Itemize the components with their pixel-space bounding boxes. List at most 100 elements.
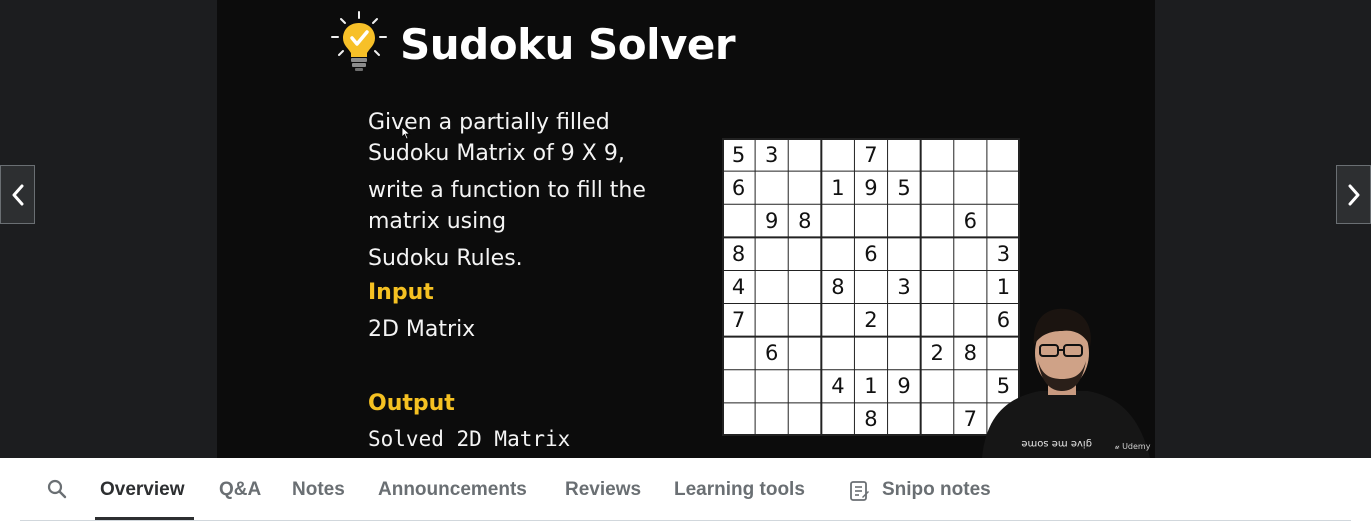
sudoku-cell: 5	[897, 175, 911, 200]
input-label: Input	[368, 280, 434, 305]
sudoku-cell	[888, 403, 921, 436]
sudoku-cell	[987, 204, 1020, 237]
input-value: 2D Matrix	[368, 317, 476, 342]
sudoku-cell	[755, 403, 788, 436]
sudoku-cell: 8	[831, 274, 845, 299]
sudoku-cell	[722, 204, 755, 237]
sudoku-cell	[755, 304, 788, 337]
sudoku-cell	[755, 270, 788, 303]
sudoku-cell: 8	[864, 407, 878, 432]
sudoku-cell: 3	[996, 241, 1011, 266]
tab-reviews[interactable]: Reviews	[565, 479, 641, 501]
sudoku-cell: 9	[864, 175, 878, 200]
sudoku-cell: 8	[731, 241, 746, 266]
sudoku-cell	[921, 403, 954, 436]
mouse-cursor-icon	[401, 126, 411, 140]
sudoku-cell	[921, 138, 954, 171]
sudoku-cell	[788, 370, 821, 403]
sudoku-cell	[821, 304, 854, 337]
sudoku-cell	[987, 138, 1020, 171]
sudoku-cell: 2	[864, 308, 878, 333]
sudoku-cell	[788, 304, 821, 337]
sudoku-cell	[854, 270, 887, 303]
output-value: Solved 2D Matrix	[368, 427, 571, 451]
sudoku-cell	[821, 237, 854, 270]
tab-snipo-notes[interactable]: Snipo notes	[882, 479, 991, 501]
description-line: Sudoku Matrix of 9 X 9,	[368, 141, 625, 166]
sudoku-cell	[921, 304, 954, 337]
tab-learning-tools[interactable]: Learning tools	[674, 479, 805, 501]
tab-notes[interactable]: Notes	[292, 479, 345, 501]
sudoku-cell	[788, 403, 821, 436]
sudoku-cell	[921, 171, 954, 204]
sudoku-cell	[722, 370, 755, 403]
sudoku-cell	[921, 237, 954, 270]
sudoku-cell	[788, 171, 821, 204]
sudoku-cell: 1	[864, 374, 878, 399]
sudoku-cell	[755, 370, 788, 403]
tab-overview[interactable]: Overview	[100, 479, 185, 501]
chevron-right-icon	[1348, 184, 1359, 205]
instructor-webcam: give me some	[982, 308, 1150, 458]
notes-icon	[850, 481, 869, 501]
sudoku-cell	[987, 171, 1020, 204]
sudoku-cell	[888, 204, 921, 237]
sudoku-cell	[921, 370, 954, 403]
sudoku-cell	[722, 403, 755, 436]
udemy-logo-icon: 𝓊	[1115, 442, 1120, 451]
description-line: matrix using	[368, 209, 507, 234]
sudoku-cell: 9	[897, 374, 911, 399]
sudoku-cell	[854, 204, 887, 237]
search-icon[interactable]	[46, 478, 68, 500]
lecture-slide: Sudoku Solver Given a partially filled S…	[217, 0, 1155, 458]
sudoku-cell: 8	[798, 208, 812, 233]
sudoku-cell	[854, 337, 887, 370]
description-line: write a function to fill the	[368, 178, 646, 203]
sudoku-cell	[788, 337, 821, 370]
sudoku-cell: 6	[963, 208, 977, 233]
chevron-left-icon	[12, 184, 23, 205]
sudoku-cell	[788, 237, 821, 270]
sudoku-cell	[888, 138, 921, 171]
sudoku-cell: 4	[831, 374, 845, 399]
sudoku-cell: 3	[897, 274, 911, 299]
slide-title: Sudoku Solver	[400, 20, 736, 69]
sudoku-cell: 6	[864, 241, 878, 266]
description-line: Sudoku Rules.	[368, 246, 523, 271]
sudoku-cell: 5	[731, 142, 746, 167]
sudoku-cell	[755, 237, 788, 270]
next-lecture-button[interactable]	[1336, 165, 1371, 224]
sudoku-cell: 3	[764, 142, 779, 167]
previous-lecture-button[interactable]	[0, 165, 35, 224]
sudoku-cell	[921, 270, 954, 303]
sudoku-cell	[921, 204, 954, 237]
sudoku-cell: 7	[864, 142, 878, 167]
tab-announcements[interactable]: Announcements	[378, 479, 527, 501]
course-tabs: Overview Q&A Notes Announcements Reviews…	[0, 458, 1371, 527]
sudoku-cell	[788, 270, 821, 303]
sudoku-cell	[821, 138, 854, 171]
sudoku-cell: 1	[996, 274, 1011, 299]
sudoku-cell	[954, 237, 987, 270]
sudoku-cell: 6	[731, 175, 746, 200]
sudoku-cell	[888, 304, 921, 337]
sudoku-cell	[954, 171, 987, 204]
sudoku-cell: 4	[731, 274, 746, 299]
udemy-watermark: 𝓊 Udemy	[1115, 442, 1151, 451]
sudoku-cell	[821, 403, 854, 436]
sudoku-cell	[954, 138, 987, 171]
sudoku-cell: 6	[764, 341, 779, 366]
tab-qa[interactable]: Q&A	[219, 479, 261, 501]
sudoku-cell: 9	[764, 208, 779, 233]
divider	[20, 520, 1351, 521]
sudoku-cell	[821, 337, 854, 370]
output-label: Output	[368, 391, 455, 416]
sudoku-cell	[755, 171, 788, 204]
sudoku-cell: 7	[731, 308, 746, 333]
sudoku-cell	[722, 337, 755, 370]
sudoku-cell	[821, 204, 854, 237]
video-player[interactable]: Sudoku Solver Given a partially filled S…	[0, 0, 1371, 458]
sudoku-cell	[954, 270, 987, 303]
sudoku-cell	[888, 237, 921, 270]
sudoku-cell: 1	[831, 175, 845, 200]
